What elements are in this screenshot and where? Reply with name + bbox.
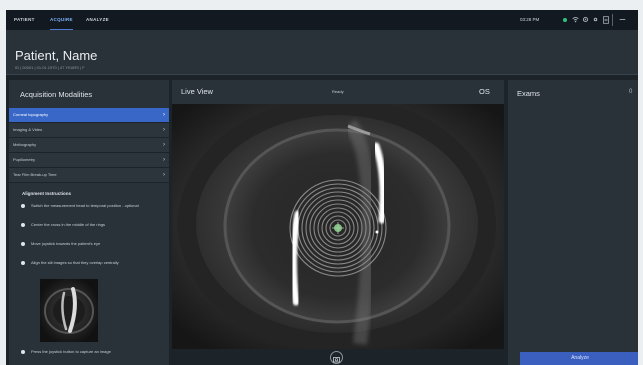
minimize-icon[interactable] [619,16,626,26]
gear-icon[interactable] [592,16,599,26]
patient-name: Patient, Name [15,48,98,63]
device-status: Ready [332,89,344,94]
patient-header: Patient, Name ID | 00001 | 01.01.1970 | … [6,30,638,75]
exams-count: 0 [629,89,633,95]
modality-item-meibography[interactable]: Meibography › [9,138,169,153]
tab-analyze[interactable]: ANALYZE [86,10,109,30]
live-view-header: Live View Ready OS [172,80,504,104]
alignment-example-image [40,279,98,342]
chevron-right-icon: › [163,142,165,148]
bullet-icon [21,242,25,246]
modality-label: Corneal topography [13,112,49,117]
tab-acquire[interactable]: ACQUIRE [50,10,73,30]
modality-label: Imaging & Video [13,127,43,132]
chevron-right-icon: › [163,112,165,118]
modality-item-pupillometry[interactable]: Pupillometry › [9,153,169,168]
status-dot-icon [563,18,567,22]
chevron-right-icon: › [163,157,165,163]
modality-list: Corneal topography › Imaging & Video › M… [9,108,169,183]
instruction-step: Center the cross in the middle of the ri… [21,222,151,228]
patient-details: ID | 00001 | 01.01.1970 | 47 YEARS | F [15,65,85,70]
instruction-step: Move joystick towards the patient's eye [21,241,151,247]
divider [612,14,613,26]
app-window: PATIENT ACQUIRE ANALYZE 03:28 PM Patient… [6,10,638,365]
bullet-icon [21,204,25,208]
top-bar: PATIENT ACQUIRE ANALYZE 03:28 PM [6,10,638,30]
modality-item-imaging-video[interactable]: Imaging & Video › [9,123,169,138]
live-camera-image[interactable] [172,104,504,349]
clock-time: 03:28 PM [520,17,540,22]
camera-icon [333,357,340,363]
document-icon[interactable] [603,16,609,27]
instruction-step: Align the slit images so that they overl… [21,260,151,266]
modality-item-corneal-topography[interactable]: Corneal topography › [9,108,169,123]
panel-title: Acquisition Modalities [20,90,93,99]
wifi-icon[interactable] [572,16,579,26]
live-view-panel: Live View Ready OS [172,80,504,365]
acquisition-modalities-panel: Acquisition Modalities Corneal topograph… [9,80,169,365]
live-view-title: Live View [181,87,213,96]
exams-title: Exams [517,89,540,98]
chevron-right-icon: › [163,127,165,133]
instruction-step: Press the joystick button to capture an … [21,349,151,355]
modality-label: Pupillometry [13,157,36,162]
modality-label: Meibography [13,142,37,147]
bullet-icon [21,261,25,265]
bullet-icon [21,350,25,354]
exams-panel: Exams 0 Analyze [508,80,638,365]
tab-patient[interactable]: PATIENT [14,10,35,30]
eye-indicator: OS [479,87,490,96]
analyze-button[interactable]: Analyze [520,352,638,365]
instruction-step: Switch the measurement head to temporal … [21,203,151,209]
instructions-title: Alignment Instructions [22,191,72,196]
live-view-footer [172,349,504,365]
settings-icon[interactable] [582,16,589,26]
capture-button[interactable] [330,351,343,364]
bullet-icon [21,223,25,227]
modality-label: Tear Film Break-up Time [13,172,57,177]
chevron-right-icon: › [163,172,165,178]
modality-item-tear-film[interactable]: Tear Film Break-up Time › [9,168,169,183]
